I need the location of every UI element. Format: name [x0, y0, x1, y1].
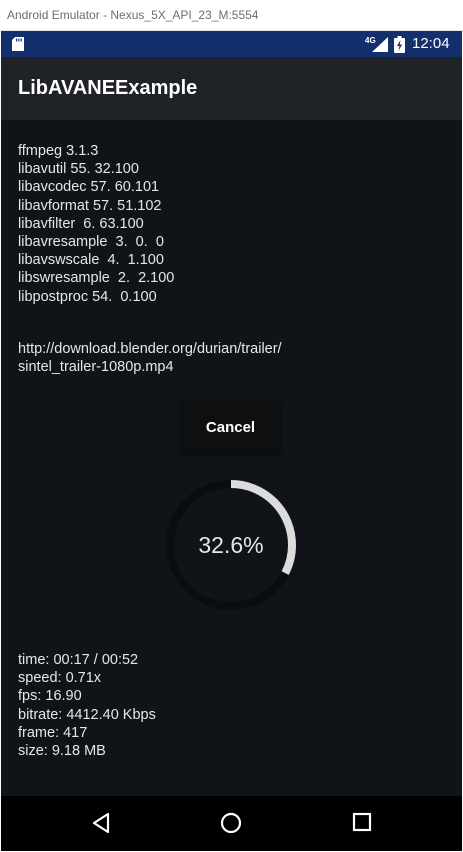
stat-line: frame: 417 — [18, 724, 88, 741]
version-line: libavformat 57. 51.102 — [18, 197, 162, 214]
battery-icon — [394, 36, 405, 53]
device-screen: 4G 12:04 LibAVANEExample ffmpeg 3.1.3 li… — [1, 31, 462, 851]
cancel-button[interactable]: Cancel — [181, 400, 280, 454]
encode-stats: time: 00:17 / 00:52 speed: 0.71x fps: 16… — [18, 651, 156, 760]
status-clock: 12:04 — [412, 35, 450, 52]
app-title: LibAVANEExample — [18, 77, 198, 99]
version-line: libavutil 55. 32.100 — [18, 161, 139, 178]
url-line: sintel_trailer-1080p.mp4 — [18, 359, 174, 376]
window-titlebar: Android Emulator - Nexus_5X_API_23_M:555… — [0, 0, 463, 31]
progress-indicator: 32.6% — [164, 478, 298, 612]
stat-line: fps: 16.90 — [18, 688, 82, 705]
version-line: libavresample 3. 0. 0 — [18, 234, 164, 251]
version-line: ffmpeg 3.1.3 — [18, 143, 99, 159]
back-icon[interactable] — [91, 812, 111, 834]
sd-card-icon — [12, 37, 24, 51]
progress-percent: 32.6% — [198, 531, 264, 558]
version-line: libavswscale 4. 1.100 — [18, 252, 164, 269]
stat-line: bitrate: 4412.40 Kbps — [18, 706, 156, 723]
stat-line: size: 9.18 MB — [18, 743, 106, 760]
stat-line: time: 00:17 / 00:52 — [18, 652, 139, 668]
main-content: ffmpeg 3.1.3 libavutil 55. 32.100 libavc… — [1, 120, 462, 796]
version-line: libswresample 2. 2.100 — [18, 270, 175, 287]
url-line: http://download.blender.org/durian/trail… — [18, 341, 282, 357]
version-list: ffmpeg 3.1.3 libavutil 55. 32.100 libavc… — [18, 142, 174, 306]
version-line: libavcodec 57. 60.101 — [18, 179, 160, 196]
version-line: libavfilter 6. 63.100 — [18, 215, 144, 232]
status-bar: 4G 12:04 — [1, 31, 462, 57]
home-icon[interactable] — [220, 812, 242, 834]
app-bar: LibAVANEExample — [1, 57, 462, 120]
signal-icon — [372, 37, 388, 52]
version-line: libpostproc 54. 0.100 — [18, 288, 157, 305]
navigation-bar — [1, 796, 462, 851]
window-title: Android Emulator - Nexus_5X_API_23_M:555… — [7, 8, 259, 22]
recents-icon[interactable] — [352, 812, 372, 832]
source-url: http://download.blender.org/durian/trail… — [18, 340, 282, 376]
stat-line: speed: 0.71x — [18, 670, 102, 687]
